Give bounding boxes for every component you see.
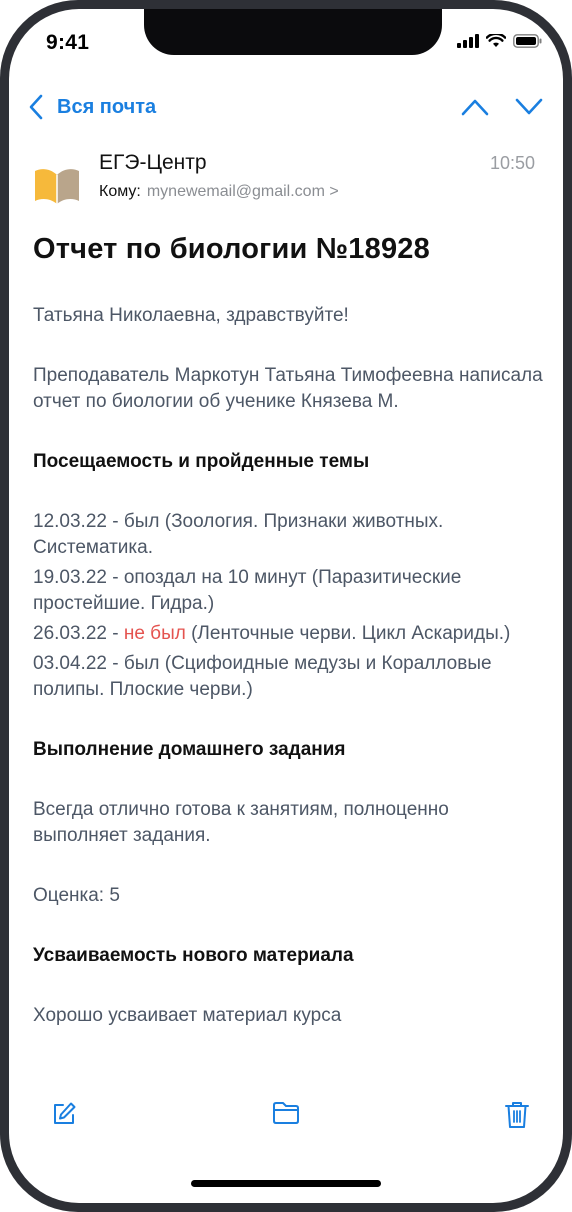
attendance-item: 03.04.22 - был (Сцифоидные медузы и Кора… xyxy=(33,653,492,700)
greeting: Татьяна Николаевна, здравствуйте! xyxy=(33,305,349,326)
wifi-icon xyxy=(486,34,506,47)
email-subject: Отчет по биологии №18928 xyxy=(33,233,430,265)
attendance-item: 19.03.22 - опоздал на 10 минут (Паразити… xyxy=(33,567,462,614)
homework-heading: Выполнение домашнего задания xyxy=(33,739,346,760)
scroll-fade xyxy=(9,1063,563,1085)
status-icons xyxy=(457,34,543,48)
phone-frame: 9:41 Вся почта ЕГЭ-Центр Кому: mynewemai… xyxy=(0,0,572,1212)
mastery-text: Хорошо усваивает материал курса xyxy=(33,1005,342,1026)
back-button[interactable]: Вся почта xyxy=(29,94,156,120)
email-time: 10:50 xyxy=(489,153,535,173)
attendance-item: 26.03.22 - не был (Ленточные черви. Цикл… xyxy=(33,623,511,644)
recipient-address: mynewemail@gmail.com > xyxy=(146,183,339,200)
message-nav xyxy=(461,98,543,116)
attendance-list: 12.03.22 - был (Зоология. Признаки живот… xyxy=(33,509,543,703)
mail-screen: 9:41 Вся почта ЕГЭ-Центр Кому: mynewemai… xyxy=(9,9,563,1203)
to-label: Кому: xyxy=(99,183,141,200)
nav-bar: Вся почта xyxy=(9,94,563,134)
attendance-item: 12.03.22 - был (Зоология. Признаки живот… xyxy=(33,511,444,558)
back-label: Вся почта xyxy=(57,95,157,118)
compose-icon[interactable] xyxy=(51,1101,77,1127)
notch xyxy=(144,9,442,55)
sender-name: ЕГЭ-Центр xyxy=(99,151,207,174)
sender-header: ЕГЭ-Центр Кому: mynewemail@gmail.com > 10… xyxy=(33,151,539,221)
chevron-up-icon[interactable] xyxy=(461,98,489,116)
grade: Оценка: 5 xyxy=(33,885,120,906)
signal-icon xyxy=(457,34,479,48)
book-logo-icon xyxy=(35,169,79,204)
email-body: Татьяна Николаевна, здравствуйте! Препод… xyxy=(33,303,543,1085)
home-indicator[interactable] xyxy=(191,1180,381,1187)
trash-icon[interactable] xyxy=(505,1101,529,1129)
absent-status: не был xyxy=(123,623,186,644)
folder-icon[interactable] xyxy=(272,1101,300,1125)
chevron-down-icon[interactable] xyxy=(515,98,543,116)
recipient-row[interactable]: Кому: mynewemail@gmail.com > xyxy=(99,183,339,201)
intro-paragraph: Преподаватель Маркотун Татьяна Тимофеевн… xyxy=(33,365,543,412)
mastery-heading: Усваиваемость нового материала xyxy=(33,945,354,966)
battery-icon xyxy=(513,34,542,48)
bottom-toolbar xyxy=(9,1101,563,1141)
homework-text: Всегда отлично готова к занятиям, полноц… xyxy=(33,799,449,846)
chevron-left-icon xyxy=(29,94,43,120)
status-time: 9:41 xyxy=(46,31,90,54)
attendance-heading: Посещаемость и пройденные темы xyxy=(33,451,370,472)
